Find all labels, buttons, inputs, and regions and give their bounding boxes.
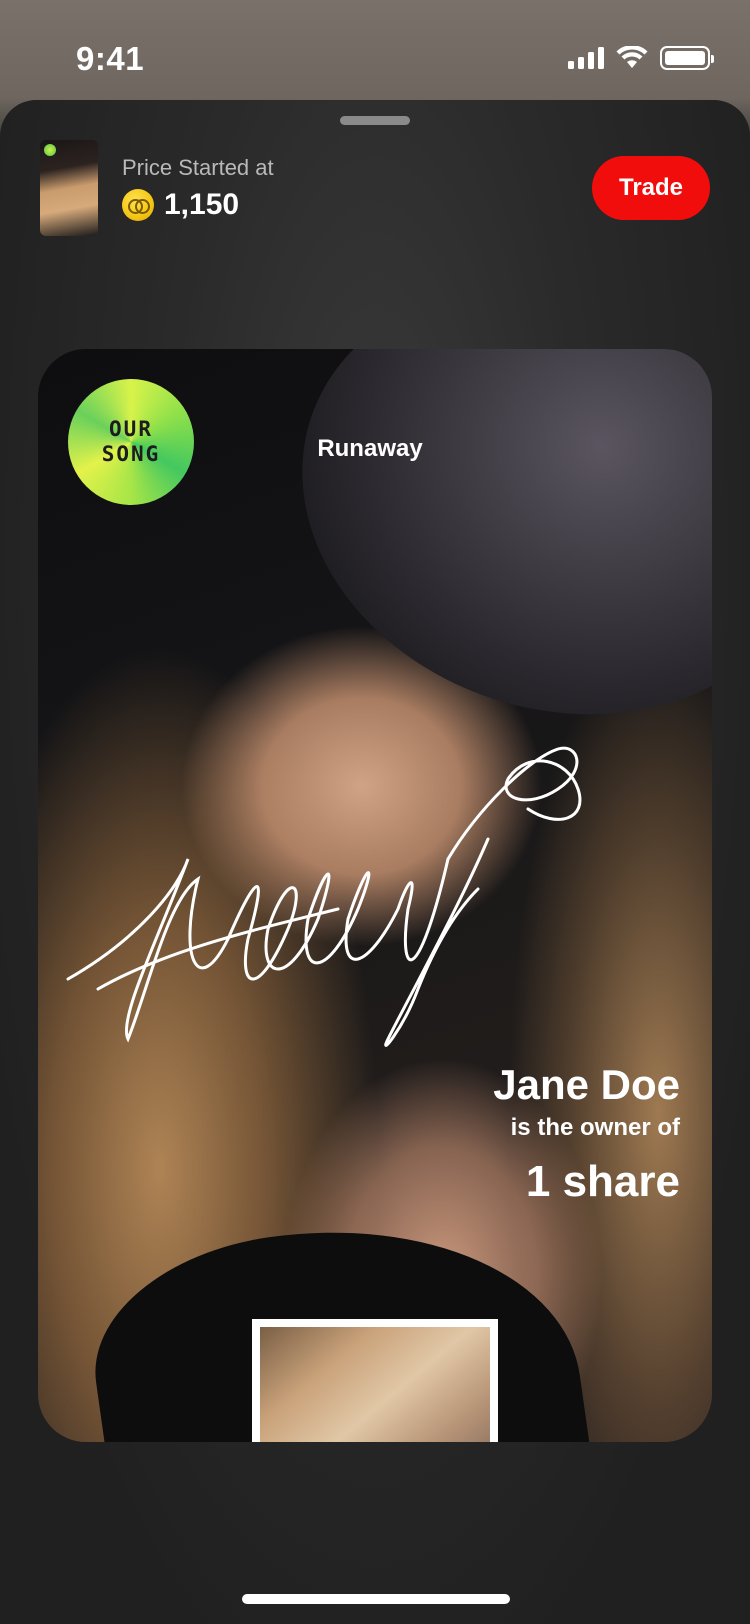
card-photo-hat <box>245 349 712 780</box>
status-bar: 9:41 <box>0 0 750 100</box>
mini-photo-frame[interactable] <box>252 1319 498 1442</box>
battery-icon <box>660 46 714 70</box>
owner-name: Jane Doe <box>493 1061 680 1108</box>
artist-thumbnail[interactable] <box>40 140 98 236</box>
song-title-text: Runaway <box>317 435 423 462</box>
price-value: 1,150 <box>164 188 240 221</box>
thumbnail-badge-icon <box>44 144 56 156</box>
coin-icon <box>122 189 154 221</box>
home-indicator[interactable] <box>242 1594 510 1604</box>
price-label: Price Started at <box>122 155 274 180</box>
nft-card[interactable]: OUR SONG Runaway Jane Doe is the owner o… <box>38 349 712 1442</box>
price-row: 1,150 <box>122 188 239 222</box>
owner-subtitle: is the owner of <box>510 1114 680 1141</box>
sheet-grabber[interactable] <box>340 116 410 125</box>
autograph-signature <box>66 746 582 1047</box>
trade-button[interactable]: Trade <box>592 156 710 220</box>
owner-share-count: 1 share <box>525 1157 680 1206</box>
status-icons <box>568 46 714 70</box>
wifi-icon <box>616 46 648 68</box>
status-time: 9:41 <box>76 40 145 77</box>
song-title: Runaway <box>38 435 712 463</box>
cellular-signal-icon <box>568 47 604 69</box>
